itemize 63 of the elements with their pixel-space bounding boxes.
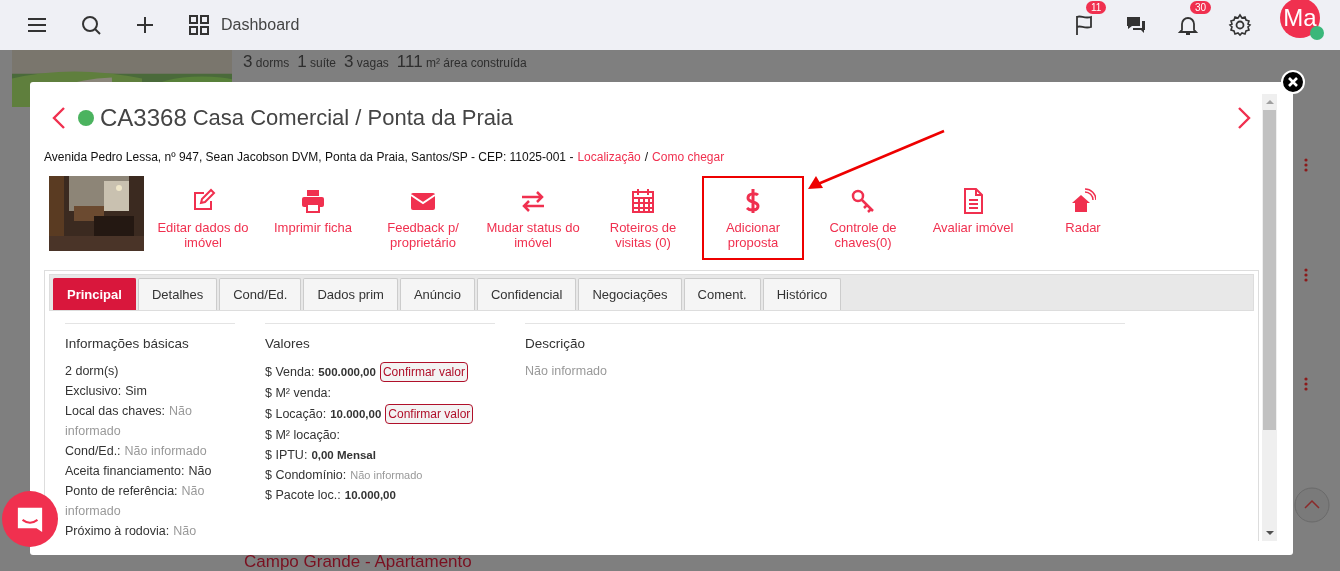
arrows-icon: [520, 188, 546, 214]
notification-badge: 11: [1086, 1, 1107, 14]
scroll-down-icon[interactable]: [1264, 530, 1275, 536]
tab[interactable]: Negociações: [578, 278, 682, 310]
tab[interactable]: Anúncio: [399, 278, 475, 310]
tab[interactable]: Principal: [53, 278, 136, 310]
info-item: Exclusivo: Sim: [65, 383, 148, 400]
section-heading: Informações básicas: [65, 336, 190, 351]
grid-icon: [187, 13, 211, 37]
tab[interactable]: Detalhes: [137, 278, 218, 310]
search-icon[interactable]: [79, 13, 103, 37]
value-item: $ M² venda:: [265, 386, 331, 400]
value-item: $ Venda: 500.000,00: [265, 365, 376, 379]
directions-link[interactable]: Como chegar: [652, 150, 725, 164]
link-separator: /: [644, 150, 649, 164]
listing-title: Campo Grande - Apartamento: [244, 553, 473, 571]
confirm-value-button[interactable]: Confirmar valor: [385, 404, 474, 424]
house-signal-icon: [1070, 188, 1096, 214]
notification-badge: 30: [1190, 1, 1212, 14]
value-item: $ M² locação:: [265, 428, 341, 442]
action-button[interactable]: Editar dados do imóvel: [152, 176, 254, 260]
action-button[interactable]: Adicionar proposta: [702, 176, 804, 260]
tab[interactable]: Histórico: [762, 278, 842, 310]
action-button[interactable]: Controle de chaves(0): [812, 176, 914, 260]
tab[interactable]: Dados prim: [303, 278, 398, 310]
action-button[interactable]: Radar: [1032, 176, 1134, 260]
key-icon: [850, 188, 876, 214]
tab[interactable]: Coment.: [683, 278, 761, 310]
tab[interactable]: Confidencial: [476, 278, 577, 310]
description-text: Não informado: [525, 363, 608, 380]
info-item: Local das chaves: Não informado: [65, 403, 193, 440]
value-item: $ Locação: 10.000,00: [265, 407, 382, 421]
info-item: 2 dorm(s): [65, 363, 120, 380]
location-link[interactable]: Localização: [577, 150, 641, 164]
previous-icon[interactable]: [52, 106, 66, 130]
next-icon[interactable]: [1237, 106, 1251, 130]
confirm-value-button[interactable]: Confirmar valor: [379, 362, 468, 382]
value-item: $ Condomínio: Não informado: [265, 468, 423, 482]
action-button[interactable]: Feedback p/ proprietário: [372, 176, 474, 260]
dashboard-link[interactable]: Dashboard: [187, 13, 300, 37]
address-text: Avenida Pedro Lessa, nº 947, Sean Jacobson DVM, Ponta da Praia, Santos/SP - CEP: 11025-001 -: [44, 150, 574, 164]
close-icon[interactable]: [1281, 70, 1305, 94]
info-item: Ponto de referência: Não informado: [65, 483, 206, 520]
property-title: Casa Comercial / Ponta da Praia: [192, 105, 514, 131]
action-button[interactable]: Roteiros de visitas (0): [592, 176, 694, 260]
info-item: Aceita financiamento: Não: [65, 463, 213, 480]
action-button[interactable]: Imprimir ficha: [262, 176, 364, 260]
section-heading: Valores: [265, 336, 311, 351]
chat-button[interactable]: [2, 491, 58, 547]
value-item: $ Pacote loc.: 10.000,00: [265, 488, 396, 502]
scrollbar[interactable]: [1262, 94, 1277, 541]
action-button[interactable]: Mudar status do imóvel: [482, 176, 584, 260]
info-item: Cond/Ed.: Não informado: [65, 443, 208, 460]
section-heading: Descrição: [525, 336, 587, 351]
value-item: $ IPTU: 0,00 Mensal: [265, 448, 376, 462]
property-code: CA3368: [100, 104, 187, 132]
action-button[interactable]: Avaliar imóvel: [922, 176, 1024, 260]
settings-icon[interactable]: [1228, 13, 1252, 37]
printer-icon: [300, 188, 326, 214]
tab[interactable]: Cond/Ed.: [219, 278, 302, 310]
calendar-icon: [630, 188, 656, 214]
listing-stats: 3 dorms 1 suíte 3 vagas 111 m² área construída: [243, 51, 528, 68]
info-item: Próximo à rodovia: Não: [65, 523, 198, 540]
